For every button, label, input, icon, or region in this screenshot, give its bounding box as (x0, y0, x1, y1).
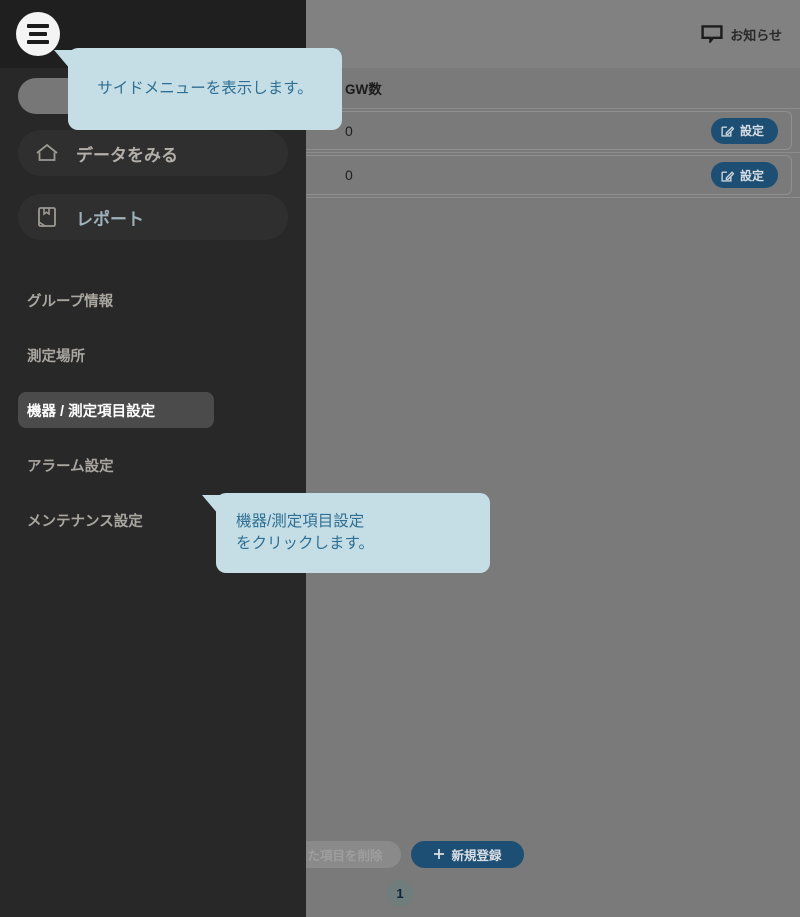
edit-icon (721, 124, 734, 137)
device-settings-tooltip: 機器/測定項目設定 をクリックします。 (202, 493, 490, 573)
new-register-label: 新規登録 (451, 848, 502, 863)
side-menu-tooltip-text: サイドメニューを表示します。 (97, 79, 313, 97)
sidebar-item-group-info[interactable]: グループ情報 (18, 282, 288, 318)
sidebar-item-measurement-location[interactable]: 測定場所 (18, 337, 288, 373)
row-setting-label: 設定 (739, 168, 764, 183)
home-icon (34, 142, 60, 164)
cell-gw-count: 0 (345, 122, 353, 139)
plus-icon (433, 848, 445, 860)
side-menu-tooltip: サイドメニューを表示します。 (54, 48, 342, 130)
cell-gw-count: 0 (345, 167, 353, 183)
hamburger-line (27, 24, 49, 28)
hamburger-line (29, 32, 47, 36)
sidebar-item-alarm-settings[interactable]: アラーム設定 (18, 447, 288, 483)
sidebar-item-label: データをみる (76, 145, 178, 165)
column-header-gw: GW数 (345, 82, 382, 97)
sidebar-item-device-measurement-settings[interactable]: 機器 / 測定項目設定 (18, 392, 214, 428)
sidebar-main-nav: データをみる レポート (18, 130, 288, 240)
speech-bubble-icon (701, 25, 723, 43)
tooltip-line-1: 機器/測定項目設定 (236, 512, 365, 530)
row-setting-label: 設定 (739, 124, 764, 138)
report-icon (34, 205, 60, 229)
hamburger-line (27, 40, 49, 44)
sidebar-item-view-data[interactable]: データをみる (18, 130, 288, 176)
pagination-page-1[interactable]: 1 (387, 880, 413, 906)
row-setting-button[interactable]: 設定 (710, 162, 778, 188)
sidebar-item-label: レポート (76, 209, 144, 229)
notice-button[interactable]: お知らせ (701, 25, 782, 44)
sidebar-drawer: x-xxxx@xxxxx.co.jp データをみる (0, 0, 306, 917)
notice-label: お知らせ (730, 27, 782, 43)
sidebar-item-report[interactable]: レポート (18, 194, 288, 240)
app-root: 測定場所 お知らせ GW数 0 (0, 0, 800, 917)
new-register-button[interactable]: 新規登録 (410, 840, 524, 868)
row-setting-button[interactable]: 設定 (710, 117, 778, 144)
device-settings-tooltip-text: 機器/測定項目設定 をクリックします。 (236, 511, 374, 556)
edit-icon (721, 169, 734, 182)
hamburger-icon[interactable] (16, 12, 60, 56)
tooltip-line-2: をクリックします。 (236, 535, 374, 552)
